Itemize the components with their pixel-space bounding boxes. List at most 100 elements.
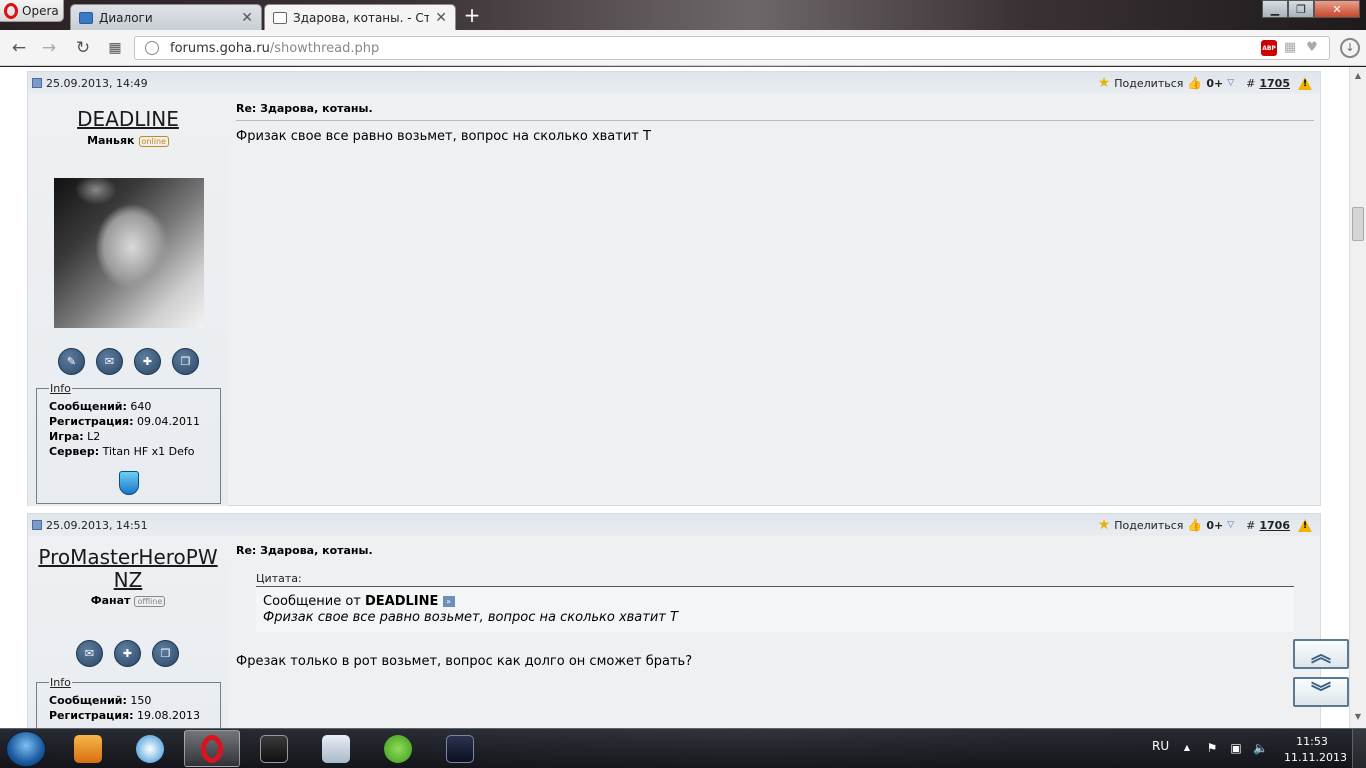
favorite-star-icon[interactable]: ★ xyxy=(1098,517,1111,533)
opera-menu-label: Opera xyxy=(22,3,59,18)
address-field[interactable]: forums.goha.ru/showthread.php ABP ▦ ♥ xyxy=(134,36,1330,60)
adblock-icon[interactable]: ABP xyxy=(1261,40,1277,56)
share-link[interactable]: Поделиться xyxy=(1114,77,1183,90)
reload-button[interactable]: ↻ xyxy=(72,38,94,58)
reputation-value: 0+ xyxy=(1206,518,1224,532)
quote-from-prefix: Сообщение от xyxy=(263,594,361,609)
speed-dial-icon[interactable]: ▦ xyxy=(104,38,126,58)
volume-icon[interactable]: 🔈 xyxy=(1253,741,1268,755)
show-hidden-icons-icon[interactable]: ▲ xyxy=(1180,741,1194,755)
network-tray-icon[interactable]: ▣ xyxy=(1229,741,1243,755)
user-info-box: Info Сообщений: 640 Регистрация: 09.04.2… xyxy=(36,381,221,504)
user-info-pane: ProMasterHeroPW NZ Фанат offline ✉ ✚ ❐ Inf… xyxy=(28,536,228,728)
back-button[interactable]: ← xyxy=(8,38,30,58)
scroll-down-arrow-icon[interactable]: ▼ xyxy=(1352,712,1364,724)
close-window-button[interactable]: ✕ xyxy=(1314,0,1360,18)
report-warning-icon[interactable] xyxy=(1298,518,1312,532)
url-text: forums.goha.ru/showthread.php xyxy=(170,41,380,56)
post-author[interactable]: DEADLINE xyxy=(28,108,228,131)
tab-dialogs[interactable]: Диалоги ✕ xyxy=(70,4,262,30)
favorite-star-icon[interactable]: ★ xyxy=(1098,75,1111,91)
reputation-down-icon[interactable]: ▽ xyxy=(1227,78,1234,88)
extensions-icon[interactable]: ▦ xyxy=(1281,40,1299,56)
window-controls: ▁ ❐ ✕ xyxy=(1262,0,1360,18)
quote-label: Цитата: xyxy=(256,572,302,585)
share-link[interactable]: Поделиться xyxy=(1114,519,1183,532)
thumbs-up-icon[interactable]: 👍 xyxy=(1187,76,1202,90)
page-scrollbar[interactable]: ▲ ▼ xyxy=(1349,67,1366,728)
lineage-game-icon xyxy=(446,734,474,763)
taskbar-app-99[interactable] xyxy=(246,730,302,767)
report-warning-icon[interactable] xyxy=(1298,76,1312,90)
stat-row: Игра: L2 xyxy=(49,430,101,443)
post-number-link[interactable]: 1705 xyxy=(1259,77,1290,90)
scrollbar-thumb[interactable] xyxy=(1352,207,1364,241)
add-friend-icon[interactable]: ✚ xyxy=(134,348,161,375)
add-friend-icon[interactable]: ✚ xyxy=(114,640,141,667)
close-tab-icon[interactable]: ✕ xyxy=(435,10,447,26)
taskbar-skype[interactable] xyxy=(122,730,178,767)
thumbs-up-icon[interactable]: 👍 xyxy=(1187,518,1202,532)
stat-row: Регистрация: 09.04.2011 xyxy=(49,415,200,428)
user-rank: Маньяк online xyxy=(28,134,228,147)
user-posts-icon[interactable]: ❐ xyxy=(152,640,179,667)
scroll-to-top-button[interactable]: ︽ xyxy=(1293,639,1349,669)
post-header: 25.09.2013, 14:49 ★ Поделиться 👍 0+ ▽ #1… xyxy=(28,72,1320,94)
new-tab-button[interactable]: + xyxy=(462,5,482,26)
user-action-icons: ✎ ✉ ✚ ❐ xyxy=(58,348,199,375)
page-viewport: 25.09.2013, 14:49 ★ Поделиться 👍 0+ ▽ #1… xyxy=(0,67,1349,728)
private-message-icon[interactable]: ✉ xyxy=(76,640,103,667)
online-status-icon: online xyxy=(138,135,169,147)
user-posts-icon[interactable]: ❐ xyxy=(172,348,199,375)
close-tab-icon[interactable]: ✕ xyxy=(241,10,253,26)
reputation-down-icon[interactable]: ▽ xyxy=(1227,520,1234,530)
quote-box: Сообщение от DEADLINE » Фризак свое все … xyxy=(256,586,1294,632)
stat-row: Сервер: Titan HF x1 Defo xyxy=(49,445,195,458)
minimize-button[interactable]: ▁ xyxy=(1262,0,1288,18)
quote-author: DEADLINE xyxy=(365,594,439,609)
offline-status-icon: offline xyxy=(134,595,166,607)
show-desktop-button[interactable] xyxy=(1352,729,1366,768)
clock-time: 11:53 xyxy=(1296,735,1328,748)
tab-label: Диалоги xyxy=(99,10,153,25)
start-button[interactable] xyxy=(6,731,46,767)
private-message-icon[interactable]: ✉ xyxy=(96,348,123,375)
messenger-icon xyxy=(136,734,164,763)
quote-block: Цитата: Сообщение от DEADLINE » Фризак с… xyxy=(256,572,1294,632)
action-center-flag-icon[interactable]: ⚑ xyxy=(1205,741,1219,755)
guild-badge-icon xyxy=(119,471,139,495)
post-icon xyxy=(32,78,42,88)
post-number-link[interactable]: 1706 xyxy=(1259,519,1290,532)
post-number-hash: # xyxy=(1246,76,1256,90)
profile-icon[interactable]: ✎ xyxy=(58,348,85,375)
network-icon xyxy=(322,734,350,763)
quote-text: Фризак свое все равно возьмет, вопрос на… xyxy=(263,610,678,625)
forum-post: 25.09.2013, 14:51 ★ Поделиться 👍 0+ ▽ #1… xyxy=(27,513,1321,728)
game-launcher-icon xyxy=(260,734,288,763)
taskbar-opera[interactable] xyxy=(184,730,240,767)
view-post-icon[interactable]: » xyxy=(442,596,455,607)
system-clock[interactable]: 11:53 11.11.2013 xyxy=(1284,734,1347,766)
forum-post: 25.09.2013, 14:49 ★ Поделиться 👍 0+ ▽ #1… xyxy=(27,71,1321,506)
opera-menu-button[interactable]: Opera xyxy=(0,0,64,22)
language-indicator[interactable]: RU xyxy=(1152,739,1169,753)
post-author[interactable]: ProMasterHeroPW NZ xyxy=(28,546,228,592)
scroll-up-arrow-icon[interactable]: ▲ xyxy=(1352,71,1364,83)
post-header: 25.09.2013, 14:51 ★ Поделиться 👍 0+ ▽ #1… xyxy=(28,514,1320,536)
tab-forum-thread[interactable]: Здарова, котаны. - Стран ✕ xyxy=(264,4,456,30)
scroll-to-bottom-button[interactable]: ︾ xyxy=(1293,677,1349,707)
site-info-icon[interactable] xyxy=(145,41,159,55)
post-number-hash: # xyxy=(1246,518,1256,532)
forward-button[interactable]: → xyxy=(38,38,60,58)
maximize-button[interactable]: ❐ xyxy=(1288,0,1314,18)
user-avatar[interactable] xyxy=(54,178,204,328)
post-date: 25.09.2013, 14:51 xyxy=(46,518,148,532)
reputation-value: 0+ xyxy=(1206,76,1224,90)
title-bar: Opera Диалоги ✕ Здарова, котаны. - Стран… xyxy=(0,0,1366,30)
taskbar-media-player[interactable] xyxy=(60,730,116,767)
taskbar-utorrent[interactable] xyxy=(370,730,426,767)
taskbar-network[interactable] xyxy=(308,730,364,767)
taskbar-lineage[interactable] xyxy=(432,730,488,767)
bookmark-heart-icon[interactable]: ♥ xyxy=(1303,40,1321,56)
download-icon[interactable]: ↓ xyxy=(1340,38,1360,58)
